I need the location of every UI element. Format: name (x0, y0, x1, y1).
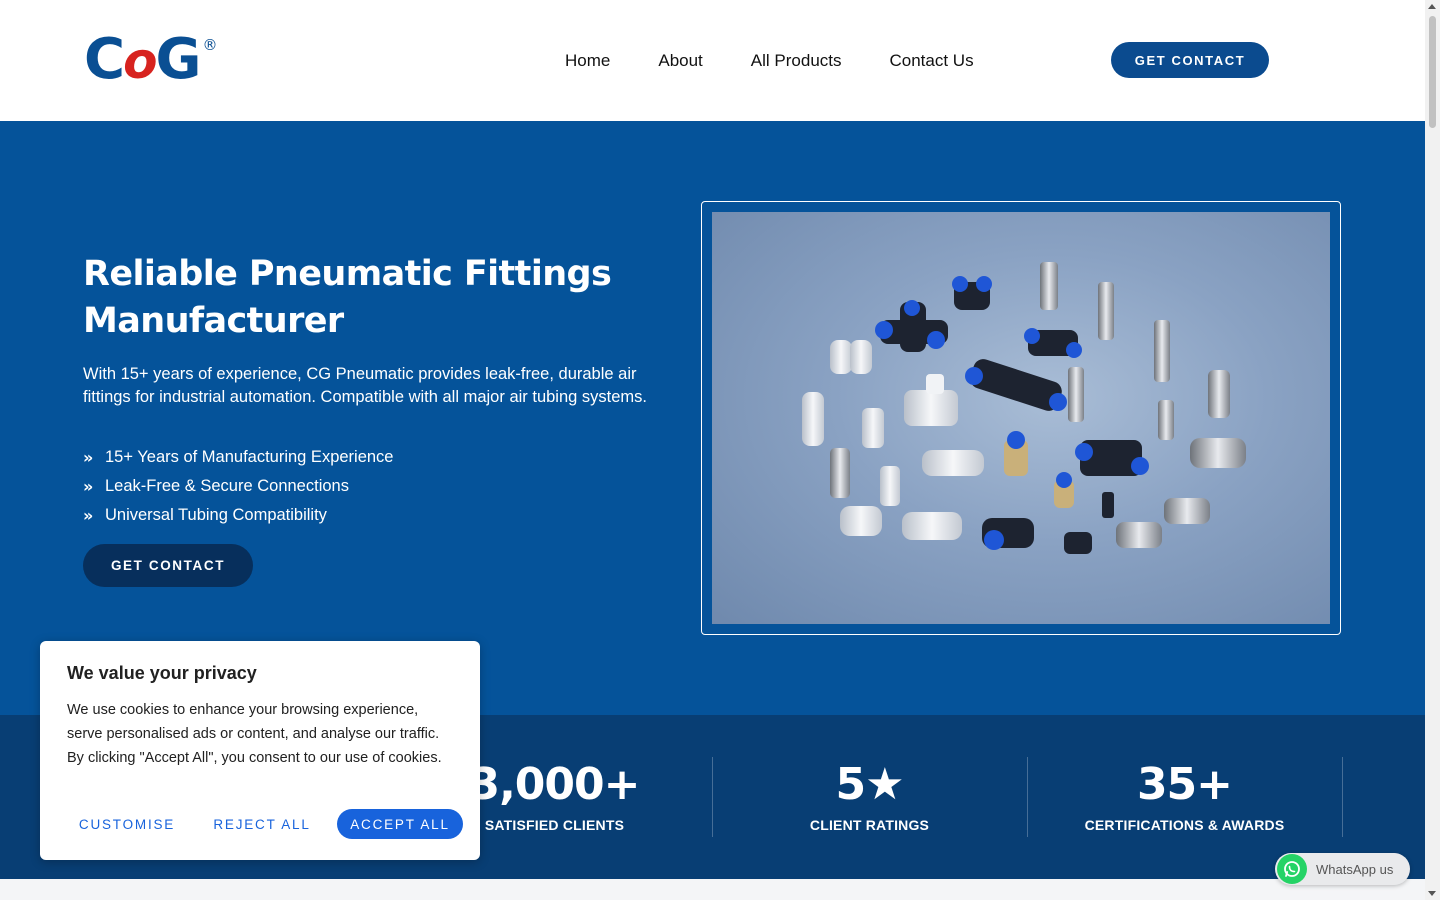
cookie-actions: CUSTOMISE REJECT ALL ACCEPT ALL (67, 809, 463, 839)
nav-about[interactable]: About (658, 51, 702, 71)
nav-home[interactable]: Home (565, 51, 610, 71)
hero-title: Reliable Pneumatic Fittings Manufacturer (83, 254, 612, 341)
header-get-contact-button[interactable]: GET CONTACT (1111, 42, 1269, 78)
registered-mark: ® (202, 36, 218, 54)
feature-item: » 15+ Years of Manufacturing Experience (83, 448, 394, 467)
scroll-thumb[interactable] (1429, 16, 1436, 128)
hero-section: Reliable Pneumatic Fittings Manufacturer… (0, 121, 1425, 715)
scroll-up-arrow-icon[interactable] (1428, 4, 1436, 9)
scroll-down-arrow-icon[interactable] (1428, 891, 1436, 896)
company-logo[interactable]: CoG ® (84, 27, 218, 92)
double-chevron-icon: » (83, 506, 94, 525)
stat-value: 35+ (1136, 759, 1233, 810)
double-chevron-icon: » (83, 448, 94, 467)
pneumatic-fittings-image (712, 212, 1330, 624)
nav-all-products[interactable]: All Products (751, 51, 842, 71)
product-image-frame (701, 201, 1341, 635)
main-nav: Home About All Products Contact Us (565, 51, 974, 71)
site-header: CoG ® Home About All Products Contact Us… (0, 0, 1425, 121)
cookie-text: We use cookies to enhance your browsing … (67, 702, 442, 766)
customise-button[interactable]: CUSTOMISE (67, 809, 187, 839)
stat-label: CLIENT RATINGS (809, 817, 930, 833)
stat-certifications: 35+ CERTIFICATIONS & AWARDS (1027, 757, 1342, 837)
next-section-edge (0, 879, 1425, 900)
feature-list: » 15+ Years of Manufacturing Experience »… (83, 443, 393, 530)
logo-wordmark: CoG (84, 27, 201, 92)
feature-item: » Leak-Free & Secure Connections (83, 477, 349, 496)
nav-contact-us[interactable]: Contact Us (890, 51, 974, 71)
reject-all-button[interactable]: REJECT ALL (207, 809, 317, 839)
cookie-consent-banner: We value your privacy We use cookies to … (40, 641, 480, 860)
double-chevron-icon: » (83, 477, 94, 496)
whatsapp-icon (1277, 854, 1307, 884)
cookie-title: We value your privacy (67, 663, 257, 683)
feature-item: » Universal Tubing Compatibility (83, 506, 327, 525)
stat-value: 5★ (835, 759, 904, 810)
accept-all-button[interactable]: ACCEPT ALL (337, 809, 463, 839)
page-scrollbar[interactable] (1425, 0, 1440, 900)
whatsapp-chat-button[interactable]: WhatsApp us (1275, 853, 1410, 885)
stat-client-ratings: 5★ CLIENT RATINGS (712, 757, 1027, 837)
hero-get-contact-button[interactable]: GET CONTACT (83, 544, 253, 587)
hero-description: With 15+ years of experience, CG Pneumat… (83, 365, 647, 406)
stat-label: CERTIFICATIONS & AWARDS (1084, 817, 1285, 833)
stat-divider (1342, 757, 1343, 837)
whatsapp-label: WhatsApp us (1316, 861, 1394, 877)
